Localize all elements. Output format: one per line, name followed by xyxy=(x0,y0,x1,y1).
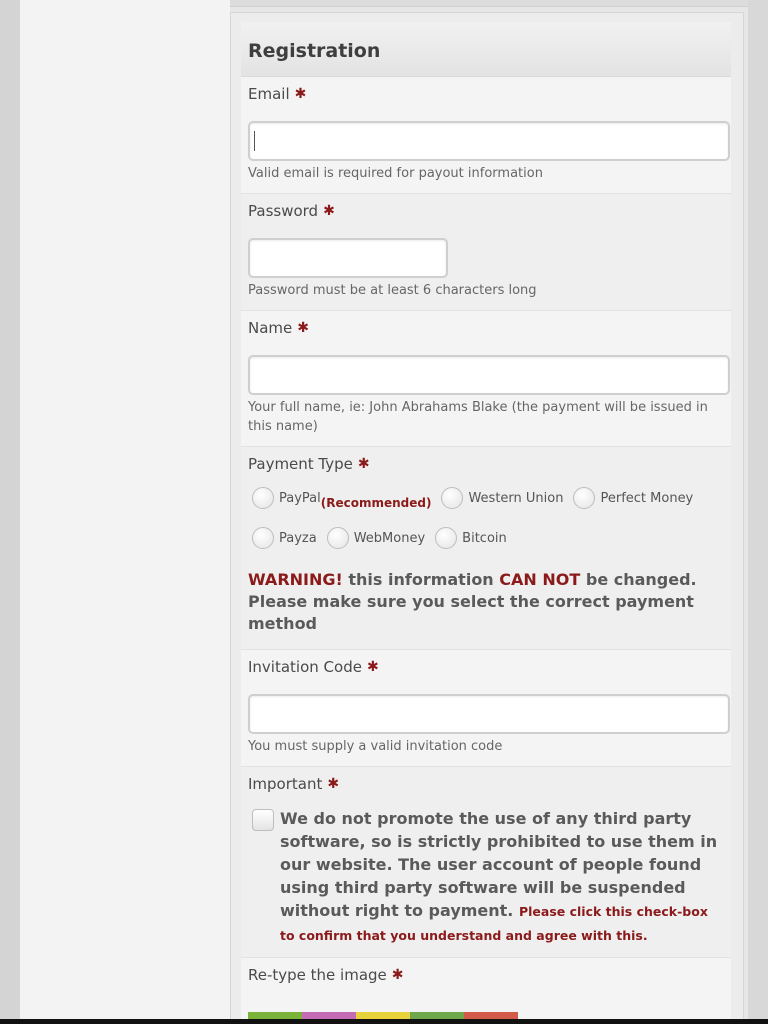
invitation-label: Invitation Code xyxy=(248,658,362,676)
warning-prefix: WARNING! xyxy=(248,570,343,589)
required-icon: ✱ xyxy=(297,320,309,336)
form-title: Registration xyxy=(241,22,731,77)
webmoney-label: WebMoney xyxy=(353,530,426,546)
password-input[interactable] xyxy=(248,238,448,278)
name-label: Name xyxy=(248,319,293,337)
required-icon: ✱ xyxy=(323,203,335,219)
required-icon: ✱ xyxy=(357,456,370,472)
registration-form: Registration Email ✱ Valid email is requ… xyxy=(241,22,731,1024)
right-edge xyxy=(748,0,768,1024)
name-hint: Your full name, ie: John Abrahams Blake … xyxy=(248,400,708,434)
western-union-radio[interactable] xyxy=(441,487,464,509)
payment-options-row-2: Payza WebMoney Bitcoin xyxy=(248,527,724,549)
invitation-hint: You must supply a valid invitation code xyxy=(248,739,503,754)
bitcoin-radio[interactable] xyxy=(435,527,458,549)
recommended-tag: (Recommended) xyxy=(320,496,432,510)
payza-label: Payza xyxy=(279,530,317,546)
paypal-label: PayPal xyxy=(279,490,321,506)
required-icon: ✱ xyxy=(294,86,307,102)
email-input[interactable] xyxy=(248,121,730,161)
email-label: Email xyxy=(248,85,290,103)
warning-emphasis: CAN NOT xyxy=(499,570,581,589)
payment-options-row-1: PayPal (Recommended) Western Union Perfe… xyxy=(248,487,724,510)
email-section: Email ✱ Valid email is required for payo… xyxy=(241,77,731,194)
required-icon: ✱ xyxy=(391,967,404,983)
paypal-radio[interactable] xyxy=(252,487,274,509)
name-input[interactable] xyxy=(248,355,730,395)
password-label: Password xyxy=(248,202,319,220)
captcha-label: Re-type the image xyxy=(248,966,387,984)
text-caret xyxy=(254,131,255,151)
bitcoin-label: Bitcoin xyxy=(462,530,507,546)
required-icon: ✱ xyxy=(366,659,379,675)
invitation-section: Invitation Code ✱ You must supply a vali… xyxy=(241,650,731,767)
important-label: Important xyxy=(248,775,323,793)
payza-radio[interactable] xyxy=(252,527,274,549)
password-section: Password ✱ Password must be at least 6 c… xyxy=(241,194,731,311)
perfect-money-label: Perfect Money xyxy=(600,490,694,506)
captcha-section: Re-type the image ✱ L R R W J xyxy=(241,958,731,1024)
left-sidebar xyxy=(20,0,230,1024)
western-union-label: Western Union xyxy=(468,490,564,506)
warning-text-1: this information xyxy=(348,570,494,589)
webmoney-radio[interactable] xyxy=(326,527,349,549)
invitation-code-input[interactable] xyxy=(248,694,730,734)
bottom-bar xyxy=(0,1019,768,1024)
required-icon: ✱ xyxy=(327,776,340,792)
agree-checkbox[interactable] xyxy=(252,809,274,831)
important-section: Important ✱ We do not promote the use of… xyxy=(241,767,731,958)
email-hint: Valid email is required for payout infor… xyxy=(248,166,543,181)
important-text: We do not promote the use of any third p… xyxy=(280,807,724,947)
password-hint: Password must be at least 6 characters l… xyxy=(248,283,537,298)
left-edge xyxy=(0,0,20,1024)
perfect-money-radio[interactable] xyxy=(573,487,596,509)
payment-warning: WARNING! this information CAN NOT be cha… xyxy=(248,569,724,635)
payment-section: Payment Type ✱ PayPal (Recommended) West… xyxy=(241,447,731,650)
name-section: Name ✱ Your full name, ie: John Abrahams… xyxy=(241,311,731,447)
payment-label: Payment Type xyxy=(248,455,353,473)
